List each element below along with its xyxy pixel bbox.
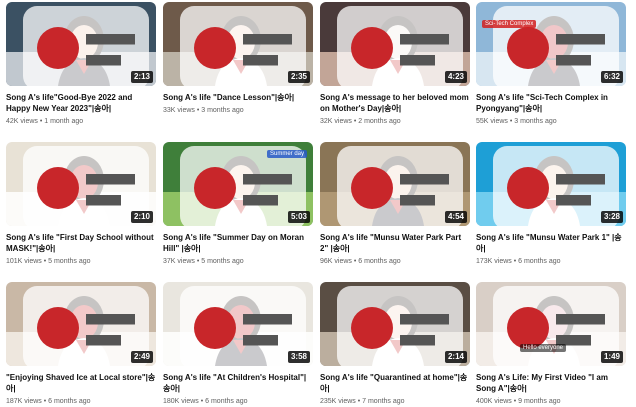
channel-logo-icon [481, 146, 619, 226]
video-duration: 2:14 [444, 351, 467, 363]
thumbnail-tag: Sci-Tech Complex [482, 20, 537, 28]
video-duration: 2:49 [130, 351, 153, 363]
video-thumbnail[interactable]: Summer day 5:03 [163, 142, 313, 226]
video-duration: 4:23 [444, 71, 467, 83]
video-duration: 2:35 [287, 71, 310, 83]
video-thumbnail[interactable]: 2:10 [6, 142, 156, 226]
video-meta: 173K views • 6 months ago [476, 257, 626, 267]
channel-logo-icon [325, 6, 463, 86]
video-duration: 6:32 [600, 71, 623, 83]
video-title[interactable]: Song A's life "Quarantined at home"|송아| [320, 372, 470, 394]
video-duration: 5:03 [287, 211, 310, 223]
video-card[interactable]: Sci-Tech Complex 6:32 Song A's life "Sci-T… [476, 2, 626, 127]
video-duration: 3:58 [287, 351, 310, 363]
video-thumbnail[interactable]: 2:14 [320, 282, 470, 366]
video-thumbnail[interactable]: 4:23 [320, 2, 470, 86]
video-thumbnail[interactable]: 2:35 [163, 2, 313, 86]
video-meta: 187K views • 6 months ago [6, 397, 156, 407]
video-meta: 42K views • 1 month ago [6, 117, 156, 127]
upload-age: 5 months ago [201, 258, 244, 265]
view-count: 37K views [163, 258, 195, 265]
video-title[interactable]: "Enjoying Shaved Ice at Local store"|송아| [6, 372, 156, 394]
channel-logo-icon [11, 286, 149, 366]
channel-logo-icon [168, 146, 306, 226]
video-title[interactable]: Song A's life "Munsu Water Park Part 2" … [320, 232, 470, 254]
video-title[interactable]: Song A's life "At Children's Hospital"|송… [163, 372, 313, 394]
video-duration: 2:10 [130, 211, 153, 223]
upload-age: 1 month ago [44, 118, 84, 125]
video-meta: 32K views • 2 months ago [320, 117, 470, 127]
channel-logo-icon [11, 6, 149, 86]
upload-age: 3 months ago [514, 118, 557, 125]
channel-logo-icon [168, 6, 306, 86]
video-card[interactable]: 2:13 Song A's life"Good-Bye 2022 and Happ… [6, 2, 156, 127]
view-count: 173K views [476, 258, 512, 265]
video-title[interactable]: Song A's life "Summer Day on Moran Hill"… [163, 232, 313, 254]
video-thumbnail[interactable]: 4:54 [320, 142, 470, 226]
video-title[interactable]: Song A's life "Sci-Tech Complex in Pyong… [476, 92, 626, 114]
video-duration: 2:13 [130, 71, 153, 83]
video-card[interactable]: 3:58 Song A's life "At Children's Hospita… [163, 282, 313, 407]
channel-logo-icon [11, 146, 149, 226]
view-count: 96K views [320, 258, 352, 265]
channel-logo-icon [325, 286, 463, 366]
view-count: 42K views [6, 118, 38, 125]
thumbnail-tag: Summer day [266, 150, 307, 158]
video-card[interactable]: 2:10 Song A's life "First Day School with… [6, 142, 156, 267]
video-title[interactable]: Song A's Life: My First Video "I am Song… [476, 372, 626, 394]
upload-age: 6 months ago [518, 258, 561, 265]
thumbnail-caption: Hello everyone [520, 344, 567, 352]
view-count: 32K views [320, 118, 352, 125]
channel-logo-icon [481, 6, 619, 86]
video-meta: 180K views • 6 months ago [163, 397, 313, 407]
video-title[interactable]: Song A's message to her beloved mom on M… [320, 92, 470, 114]
video-meta: 96K views • 6 months ago [320, 257, 470, 267]
video-card[interactable]: 2:35 Song A's life "Dance Lesson"|송아| 33K … [163, 2, 313, 116]
video-thumbnail[interactable]: 3:28 [476, 142, 626, 226]
video-title[interactable]: Song A's life "First Day School without … [6, 232, 156, 254]
video-card[interactable]: Hello everyone 1:49 Song A's Life: My Firs… [476, 282, 626, 407]
video-thumbnail[interactable]: 3:58 [163, 282, 313, 366]
view-count: 101K views [6, 258, 42, 265]
view-count: 33K views [163, 107, 195, 114]
video-title[interactable]: Song A's life "Dance Lesson"|송아| [163, 92, 313, 103]
video-card[interactable]: 3:28 Song A's life "Munsu Water Park 1" |… [476, 142, 626, 267]
video-meta: 55K views • 3 months ago [476, 117, 626, 127]
video-duration: 1:49 [600, 351, 623, 363]
video-grid: 2:13 Song A's life"Good-Bye 2022 and Happ… [0, 0, 636, 405]
channel-logo-icon [168, 286, 306, 366]
view-count: 55K views [476, 118, 508, 125]
video-duration: 4:54 [444, 211, 467, 223]
video-card[interactable]: 4:23 Song A's message to her beloved mom … [320, 2, 470, 127]
video-card[interactable]: 2:49 "Enjoying Shaved Ice at Local store"… [6, 282, 156, 407]
upload-age: 5 months ago [48, 258, 91, 265]
channel-logo-icon [481, 286, 619, 366]
video-thumbnail[interactable]: Hello everyone 1:49 [476, 282, 626, 366]
video-title[interactable]: Song A's life"Good-Bye 2022 and Happy Ne… [6, 92, 156, 114]
video-meta: 400K views • 9 months ago [476, 397, 626, 407]
video-thumbnail[interactable]: 2:13 [6, 2, 156, 86]
video-card[interactable]: 4:54 Song A's life "Munsu Water Park Part… [320, 142, 470, 267]
upload-age: 2 months ago [358, 118, 401, 125]
channel-logo-icon [325, 146, 463, 226]
video-card[interactable]: Summer day 5:03 Song A's life "Summer Day … [163, 142, 313, 267]
video-title[interactable]: Song A's life "Munsu Water Park 1" |송아| [476, 232, 626, 254]
video-meta: 235K views • 7 months ago [320, 397, 470, 407]
video-meta: 33K views • 3 months ago [163, 106, 313, 116]
video-thumbnail[interactable]: 2:49 [6, 282, 156, 366]
video-meta: 101K views • 5 months ago [6, 257, 156, 267]
video-meta: 37K views • 5 months ago [163, 257, 313, 267]
upload-age: 3 months ago [201, 107, 244, 114]
video-card[interactable]: 2:14 Song A's life "Quarantined at home"|… [320, 282, 470, 407]
upload-age: 6 months ago [358, 258, 401, 265]
video-thumbnail[interactable]: Sci-Tech Complex 6:32 [476, 2, 626, 86]
video-duration: 3:28 [600, 211, 623, 223]
